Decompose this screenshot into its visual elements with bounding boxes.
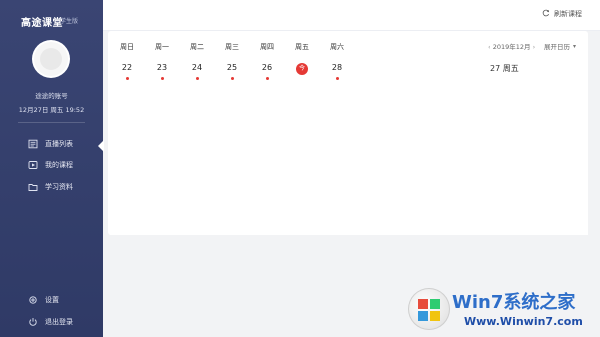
day-sun[interactable]: 周日 22 [110, 42, 144, 80]
live-list-icon [28, 139, 38, 149]
weekday-label: 周三 [225, 43, 239, 51]
expand-calendar-button[interactable]: 展开日历 ▾ [543, 41, 576, 52]
sidebar: 高途课堂 学生版 途途的账号 12月27日 周五 19:52 直播列表 我的课程 [0, 0, 104, 337]
refresh-courses-button[interactable]: 刷新课程 [542, 9, 582, 19]
date-number: 26 [261, 63, 273, 72]
date-number: 23 [156, 63, 168, 72]
logo-row: 高途课堂 学生版 [0, 12, 103, 32]
logout-label: 退出登录 [45, 318, 73, 326]
refresh-icon [542, 9, 550, 19]
weekday-label: 周六 [330, 43, 344, 51]
course-dot [195, 77, 199, 80]
date-number: 28 [331, 63, 343, 72]
watermark-logo-text: Win7系统之家 [452, 292, 576, 313]
course-dot [335, 77, 339, 80]
day-tue[interactable]: 周二 24 [180, 42, 214, 80]
course-dot [265, 77, 269, 80]
top-bar: 刷新课程 [103, 0, 600, 31]
course-dot [230, 77, 234, 80]
sidebar-item-label: 学习资料 [45, 183, 73, 191]
course-dot [160, 77, 164, 80]
week-strip: 周日 22 周一 23 周二 24 周三 25 周四 26 周五 今 周六 28… [108, 31, 588, 81]
date-number: 25 [226, 63, 238, 72]
weekday-label: 周五 [295, 43, 309, 51]
course-icon [28, 160, 38, 170]
today-date: 今 [285, 62, 319, 75]
app-logo: 高途课堂 [21, 18, 63, 29]
gear-icon [28, 295, 38, 305]
weekday-label: 周一 [155, 43, 169, 51]
sidebar-item-live-list[interactable]: 直播列表 [28, 137, 73, 151]
current-datetime: 12月27日 周五 19:52 [18, 106, 85, 114]
chevron-right-icon[interactable]: › [533, 43, 536, 51]
sidebar-item-my-courses[interactable]: 我的课程 [28, 158, 73, 172]
divider [18, 122, 85, 123]
month-area: ‹ 2019年12月 › 展开日历 ▾ 27 周五 [478, 41, 588, 81]
role-tag: 学生版 [60, 18, 79, 25]
chevron-left-icon[interactable]: ‹ [488, 43, 491, 51]
course-dot [125, 77, 129, 80]
active-indicator [98, 140, 104, 152]
weekday-label: 周四 [260, 43, 274, 51]
power-icon [28, 317, 38, 327]
day-mon[interactable]: 周一 23 [145, 42, 179, 80]
windows-flag-logo [408, 288, 450, 330]
watermark: Win7系统之家 Www.Winwin7.com [402, 285, 600, 337]
sidebar-item-study-materials[interactable]: 学习资料 [28, 180, 73, 194]
day-wed[interactable]: 周三 25 [215, 42, 249, 80]
folder-icon [28, 182, 38, 192]
expand-calendar-label: 展开日历 [543, 43, 570, 51]
username: 途途的账号 [35, 92, 68, 100]
today-badge: 今 [296, 63, 308, 75]
course-list-area [110, 81, 588, 235]
selected-date: 27 周五 [490, 64, 519, 73]
weekday-label: 周二 [190, 43, 204, 51]
sidebar-item-label: 直播列表 [45, 140, 73, 148]
day-sat[interactable]: 周六 28 [320, 42, 354, 80]
month-label[interactable]: ‹ 2019年12月 › [488, 41, 535, 51]
refresh-label: 刷新课程 [554, 10, 582, 18]
weekday-label: 周日 [120, 43, 134, 51]
settings-button[interactable]: 设置 [28, 293, 59, 307]
watermark-url: Www.Winwin7.com [464, 315, 583, 328]
day-fri-today[interactable]: 周五 今 [285, 42, 319, 75]
settings-label: 设置 [45, 296, 59, 304]
date-number: 24 [191, 63, 203, 72]
sidebar-item-label: 我的课程 [45, 161, 73, 169]
avatar[interactable] [34, 42, 68, 76]
logout-button[interactable]: 退出登录 [28, 315, 73, 329]
date-number: 22 [121, 63, 133, 72]
chevron-down-icon: ▾ [572, 42, 576, 50]
day-thu[interactable]: 周四 26 [250, 42, 284, 80]
